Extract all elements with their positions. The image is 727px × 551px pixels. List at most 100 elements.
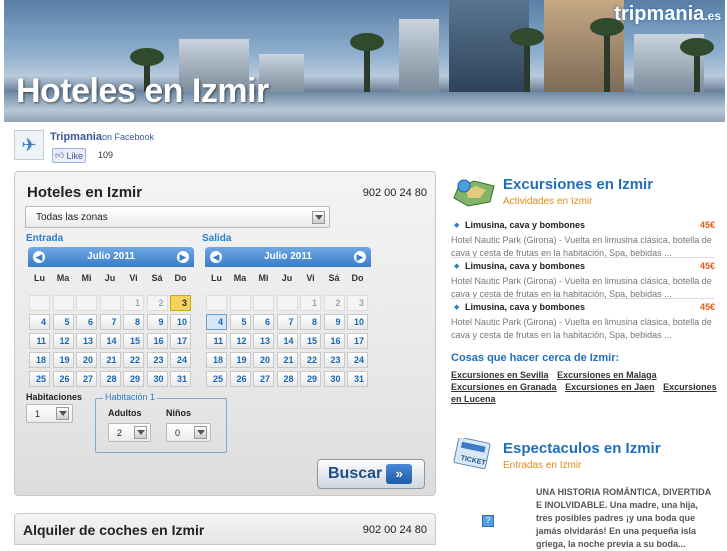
excursion-name[interactable]: Limusina, cava y bombones <box>465 302 585 312</box>
nearby-link[interactable]: Excursiones en Granada <box>451 382 557 392</box>
calendar-day[interactable]: 18 <box>206 352 227 368</box>
calendar-day[interactable]: 25 <box>206 371 227 387</box>
hotel-phone: 902 00 24 80 <box>362 187 427 199</box>
calendar-day[interactable]: 11 <box>29 333 50 349</box>
calendar-day[interactable]: 23 <box>146 352 168 368</box>
calendar-day[interactable]: 2 <box>146 295 168 311</box>
calendar-day[interactable]: 19 <box>229 352 251 368</box>
calendar-day[interactable]: 18 <box>29 352 50 368</box>
like-label: Like <box>66 150 83 161</box>
calendar-day[interactable]: 6 <box>76 314 97 330</box>
calendar-day[interactable]: 10 <box>347 314 368 330</box>
calendar-day[interactable]: 4 <box>206 314 227 330</box>
excursion-name[interactable]: Limusina, cava y bombones <box>465 220 585 230</box>
calendar-day[interactable]: 28 <box>276 371 298 387</box>
calendar-day[interactable]: 1 <box>300 295 321 311</box>
zone-select[interactable]: Todas las zonas <box>25 206 330 228</box>
calendar-day[interactable]: 28 <box>99 371 121 387</box>
excursion-name[interactable]: Limusina, cava y bombones <box>465 261 585 271</box>
calendar-day[interactable]: 12 <box>52 333 74 349</box>
calendar-day[interactable]: 26 <box>52 371 74 387</box>
calendar-day[interactable]: 16 <box>323 333 345 349</box>
calendar-day[interactable]: 27 <box>253 371 274 387</box>
excursions-subtitle[interactable]: Actividades en Izmir <box>503 196 592 207</box>
tripmania-logo[interactable]: tripmania .es <box>614 3 721 26</box>
calendar-day[interactable]: 25 <box>29 371 50 387</box>
calendar-day[interactable]: 3 <box>347 295 368 311</box>
calendar-day[interactable]: 13 <box>253 333 274 349</box>
calendar-day[interactable]: 30 <box>146 371 168 387</box>
habitaciones-select[interactable]: 1 <box>26 404 73 423</box>
calendar-day[interactable]: 26 <box>229 371 251 387</box>
calendar-day[interactable]: 17 <box>170 333 191 349</box>
calendar-day[interactable]: 30 <box>323 371 345 387</box>
calendar-day[interactable]: 13 <box>76 333 97 349</box>
excursion-item[interactable]: ◆ Limusina, cava y bombones 45€ Hotel Na… <box>451 298 715 342</box>
calendar-day[interactable]: 6 <box>253 314 274 330</box>
facebook-like-button[interactable]: 👍︎ Like <box>52 148 86 163</box>
facebook-page-link[interactable]: Tripmania <box>50 131 102 143</box>
calendar-day[interactable]: 9 <box>146 314 168 330</box>
ninos-label: Niños <box>166 408 192 418</box>
calendar-day[interactable]: 23 <box>323 352 345 368</box>
calendar-day[interactable]: 27 <box>76 371 97 387</box>
calendar-day[interactable]: 16 <box>146 333 168 349</box>
excursion-item[interactable]: ◆ Limusina, cava y bombones 45€ Hotel Na… <box>451 257 715 301</box>
prev-month-icon[interactable]: ◀ <box>210 251 222 263</box>
image-placeholder-icon[interactable]: ? <box>482 515 494 527</box>
calendar-day[interactable]: 22 <box>123 352 144 368</box>
next-month-icon[interactable]: ▶ <box>354 251 366 263</box>
shows-subtitle[interactable]: Entradas en Izmir <box>503 460 581 471</box>
divider <box>451 298 715 299</box>
search-button[interactable]: Buscar » <box>317 459 425 489</box>
calendar-day[interactable]: 14 <box>99 333 121 349</box>
nearby-link[interactable]: Excursiones en Sevilla <box>451 370 549 380</box>
search-button-label: Buscar <box>328 465 383 482</box>
chevron-down-icon <box>194 426 207 439</box>
calendar-day[interactable]: 12 <box>229 333 251 349</box>
calendar-day[interactable]: 22 <box>300 352 321 368</box>
calendar-day[interactable]: 20 <box>253 352 274 368</box>
nearby-link[interactable]: Excursiones en Malaga <box>557 370 657 380</box>
calendar-day[interactable]: 24 <box>170 352 191 368</box>
calendar-day[interactable]: 4 <box>29 314 50 330</box>
calendar-day[interactable]: 19 <box>52 352 74 368</box>
calendar-day[interactable]: 31 <box>170 371 191 387</box>
ninos-select[interactable]: 0 <box>166 423 211 442</box>
calendar-day[interactable]: 29 <box>300 371 321 387</box>
calendar-day[interactable]: 10 <box>170 314 191 330</box>
divider <box>451 257 715 258</box>
calendar-day[interactable]: 15 <box>300 333 321 349</box>
calendar-day[interactable]: 17 <box>347 333 368 349</box>
tripmania-avatar-icon[interactable]: ✈ <box>14 130 44 160</box>
calendar-day[interactable]: 20 <box>76 352 97 368</box>
calendar-day[interactable]: 8 <box>300 314 321 330</box>
shows-title[interactable]: Espectaculos en Izmir <box>503 440 661 457</box>
calendar-day[interactable]: 21 <box>99 352 121 368</box>
calendar-day[interactable]: 31 <box>347 371 368 387</box>
header-banner: Hoteles en Izmir tripmania .es <box>4 0 725 122</box>
excursions-title[interactable]: Excursiones en Izmir <box>503 176 653 193</box>
calendar-day[interactable]: 2 <box>323 295 345 311</box>
calendar-day <box>206 295 227 311</box>
calendar-day[interactable]: 5 <box>229 314 251 330</box>
calendar-day[interactable]: 21 <box>276 352 298 368</box>
calendar-day[interactable]: 29 <box>123 371 144 387</box>
calendar-day[interactable]: 14 <box>276 333 298 349</box>
calendar-day[interactable]: 11 <box>206 333 227 349</box>
calendar-day[interactable]: 1 <box>123 295 144 311</box>
calendar-day[interactable]: 3 <box>170 295 191 311</box>
prev-month-icon[interactable]: ◀ <box>33 251 45 263</box>
next-month-icon[interactable]: ▶ <box>177 251 189 263</box>
calendar-day[interactable]: 7 <box>99 314 121 330</box>
calendar-day[interactable]: 24 <box>347 352 368 368</box>
calendar-day[interactable]: 5 <box>52 314 74 330</box>
calendar-day[interactable]: 9 <box>323 314 345 330</box>
adultos-select[interactable]: 2 <box>108 423 151 442</box>
calendar-day[interactable]: 8 <box>123 314 144 330</box>
salida-label: Salida <box>202 233 232 244</box>
excursion-item[interactable]: ◆ Limusina, cava y bombones 45€ Hotel Na… <box>451 220 715 260</box>
calendar-day[interactable]: 7 <box>276 314 298 330</box>
nearby-link[interactable]: Excursiones en Jaen <box>565 382 655 392</box>
calendar-day[interactable]: 15 <box>123 333 144 349</box>
